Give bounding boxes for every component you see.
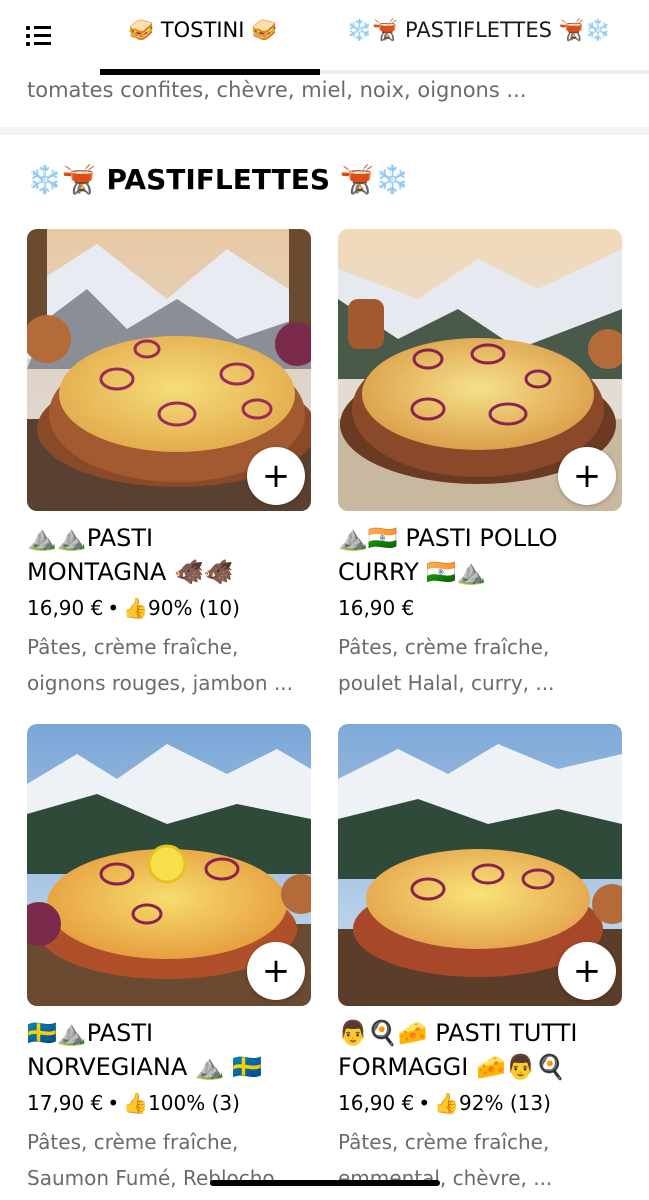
dish-photo[interactable]: + (338, 724, 622, 1006)
menu-item-card[interactable]: + ⛰️🇮🇳 PASTI POLLO CURRY 🇮🇳⛰️ 16,90 € Pâ… (338, 229, 622, 701)
item-price: 17,90 € (27, 1091, 104, 1115)
item-price-rating: 16,90 € • 👍92% (13) (338, 1091, 551, 1115)
item-price: 16,90 € (27, 596, 104, 620)
item-name: ⛰️⛰️PASTI MONTAGNA 🐗🐗 (27, 524, 234, 586)
dish-photo[interactable]: + (27, 229, 311, 511)
active-tab-indicator (100, 69, 320, 75)
add-to-cart-button[interactable]: + (247, 447, 305, 505)
tab-track (320, 70, 649, 74)
dish-photo[interactable]: + (338, 229, 622, 511)
item-price-rating: 16,90 € • 👍90% (10) (27, 596, 240, 620)
item-price: 16,90 € (338, 596, 415, 620)
section-divider (0, 127, 649, 135)
menu-item-card[interactable]: + 🇸🇪⛰️PASTI NORVEGIANA ⛰️ 🇸🇪 17,90 € • 👍10… (27, 724, 311, 1196)
item-description: Pâtes, crème fraîche, poulet Halal, curr… (338, 635, 555, 695)
item-price: 16,90 € (338, 1091, 415, 1115)
item-name: ⛰️🇮🇳 PASTI POLLO CURRY 🇮🇳⛰️ (338, 524, 558, 586)
menu-item-card[interactable]: + 👨🍳🧀 PASTI TUTTI FORMAGGI 🧀👨🍳 16,90 € • 👍… (338, 724, 622, 1196)
menu-list-icon[interactable] (26, 24, 54, 48)
item-price-rating: 17,90 € • 👍100% (3) (27, 1091, 240, 1115)
dish-photo[interactable]: + (27, 724, 311, 1006)
tab-pastiflettes[interactable]: ❄️🫕 PASTIFLETTES 🫕❄️ (346, 18, 611, 43)
item-description: Pâtes, crème fraîche, oignons rouges, ja… (27, 635, 294, 695)
section-title: ❄️🫕 PASTIFLETTES 🫕❄️ (27, 163, 410, 196)
item-name: 👨🍳🧀 PASTI TUTTI FORMAGGI 🧀👨🍳 (338, 1019, 578, 1081)
item-price-rating: 16,90 € (338, 593, 622, 623)
item-rating: 👍92% (13) (434, 1091, 551, 1115)
add-to-cart-button[interactable]: + (558, 447, 616, 505)
item-rating: 👍100% (3) (123, 1091, 240, 1115)
item-name: 🇸🇪⛰️PASTI NORVEGIANA ⛰️ 🇸🇪 (27, 1019, 263, 1081)
home-indicator[interactable] (210, 1180, 440, 1186)
previous-item-description: tomates confites, chèvre, miel, noix, oi… (27, 78, 527, 102)
add-to-cart-button[interactable]: + (247, 942, 305, 1000)
item-rating: 👍90% (10) (123, 596, 240, 620)
add-to-cart-button[interactable]: + (558, 942, 616, 1000)
tab-tostini[interactable]: 🥪 TOSTINI 🥪 (128, 18, 277, 43)
category-tab-bar: 🥪 TOSTINI 🥪 ❄️🫕 PASTIFLETTES 🫕❄️ (0, 0, 649, 78)
menu-item-card[interactable]: + ⛰️⛰️PASTI MONTAGNA 🐗🐗 16,90 € • 👍90% (10… (27, 229, 311, 701)
